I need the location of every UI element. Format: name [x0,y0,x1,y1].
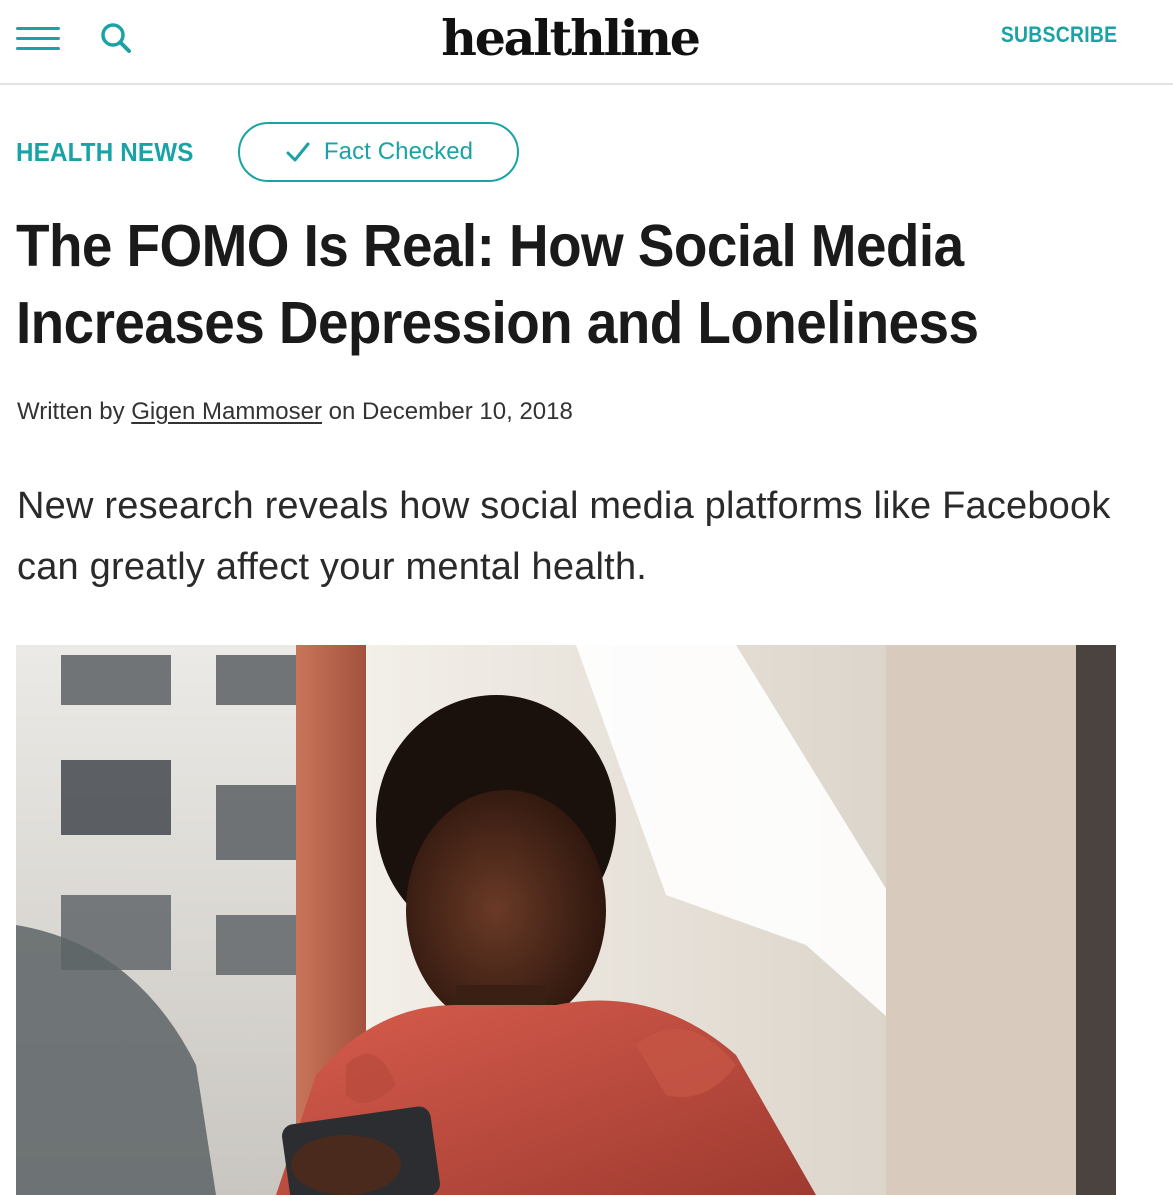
category-link[interactable]: HEALTH NEWS [16,137,222,168]
fact-checked-badge[interactable]: Fact Checked [238,122,519,182]
fact-checked-label: Fact Checked [323,138,474,165]
byline-prefix: Written by [17,398,125,425]
publish-date: December 10, 2018 [362,398,573,425]
checkmark-icon [286,142,310,162]
article-eyebrow: HEALTH NEWS Fact Checked [16,122,519,182]
subscribe-link[interactable]: SUBSCRIBE [1001,21,1117,49]
site-header: healthline SUBSCRIBE [0,0,1173,85]
article-title: The FOMO Is Real: How Social Media Incre… [16,213,979,356]
byline-date-prefix: on [328,398,356,425]
article-dek: New research reveals how social media pl… [17,485,1111,588]
byline: Written by Gigen Mammoser on December 10… [17,397,573,427]
hero-image [16,645,1116,1195]
author-link[interactable]: Gigen Mammoser [131,398,322,425]
site-logo[interactable]: healthline [0,7,1140,69]
